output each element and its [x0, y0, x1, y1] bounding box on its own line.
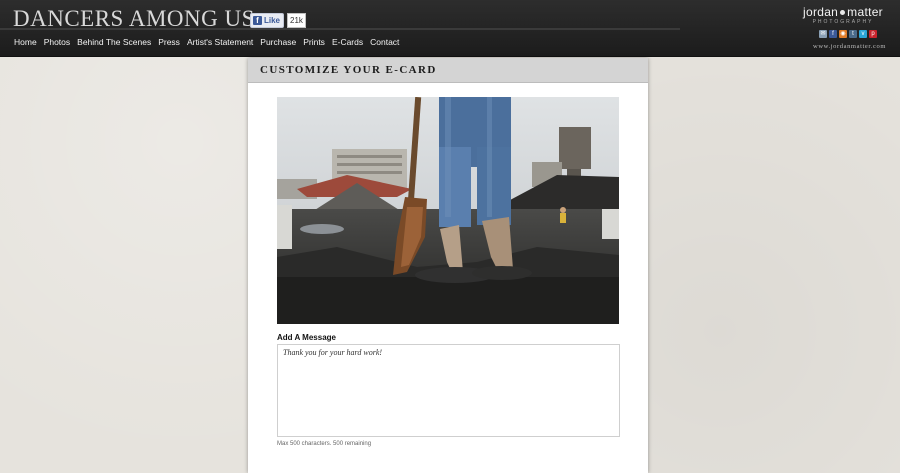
logo-dot [840, 10, 846, 16]
ecard-photo [277, 97, 619, 324]
facebook-like-widget[interactable]: f Like 21k [250, 13, 306, 28]
logo-name: jordan matter [800, 5, 886, 19]
rss-icon[interactable]: ◉ [839, 30, 847, 38]
logo-subtitle: PHOTOGRAPHY [812, 19, 874, 25]
ecard-panel: CUSTOMIZE YOUR E-CARD Add A Message Than… [248, 58, 648, 473]
nav-contact[interactable]: Contact [370, 37, 399, 47]
nav-press[interactable]: Press [158, 37, 180, 47]
top-bar: DANCERS AMONG US f Like 21k Home Photos … [0, 0, 900, 57]
logo-name-right: matter [847, 5, 883, 19]
logo-name-left: jordan [803, 5, 839, 19]
facebook-icon[interactable]: f [829, 30, 837, 38]
construction-site-dancer-image [277, 97, 619, 324]
site-title[interactable]: DANCERS AMONG US [13, 6, 255, 32]
message-textarea[interactable]: Thank you for your hard work! [277, 344, 620, 437]
pinterest-icon[interactable]: p [869, 30, 877, 38]
nav-prints[interactable]: Prints [303, 37, 325, 47]
jordan-matter-logo[interactable]: jordan matter PHOTOGRAPHY [800, 5, 886, 25]
site-url[interactable]: www.jordanmatter.com [813, 43, 886, 50]
nav-purchase[interactable]: Purchase [260, 37, 296, 47]
facebook-icon: f [253, 16, 262, 25]
nav-artists-statement[interactable]: Artist's Statement [187, 37, 253, 47]
nav-photos[interactable]: Photos [44, 37, 70, 47]
facebook-like-count: 21k [287, 13, 306, 28]
character-counter: Max 500 characters. 500 remaining [277, 441, 372, 447]
nav-behind-the-scenes[interactable]: Behind The Scenes [77, 37, 151, 47]
ecard-heading: CUSTOMIZE YOUR E-CARD [248, 58, 648, 83]
vimeo-icon[interactable]: v [859, 30, 867, 38]
email-icon[interactable]: ✉ [819, 30, 827, 38]
nav-home[interactable]: Home [14, 37, 37, 47]
message-label: Add A Message [277, 333, 336, 342]
facebook-like-button[interactable]: f Like [250, 13, 285, 28]
social-icons: ✉ f ◉ t v p [819, 30, 877, 38]
facebook-like-label: Like [264, 16, 281, 25]
nav-e-cards[interactable]: E-Cards [332, 37, 363, 47]
tumblr-icon[interactable]: t [849, 30, 857, 38]
main-nav: Home Photos Behind The Scenes Press Arti… [14, 37, 399, 47]
